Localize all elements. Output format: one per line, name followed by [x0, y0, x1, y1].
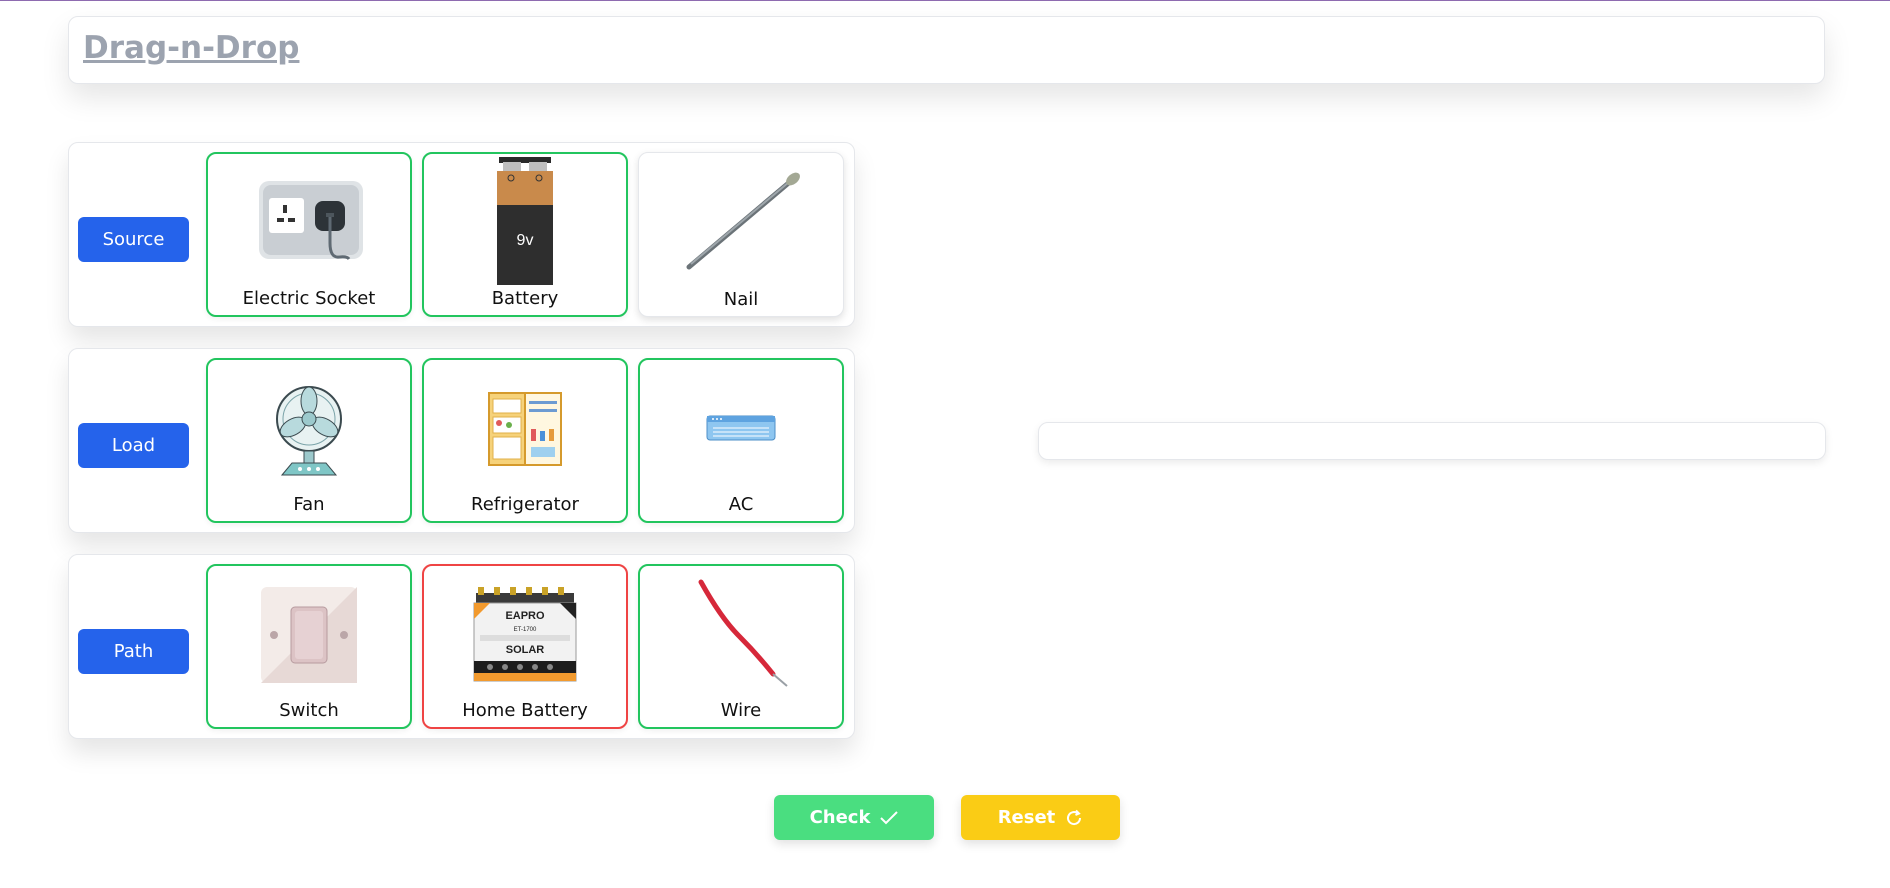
reset-button[interactable]: Reset	[961, 795, 1120, 840]
refresh-icon	[1067, 809, 1082, 825]
checkmark-icon	[880, 810, 899, 824]
item-card-wire[interactable]: Wire	[638, 564, 844, 729]
category-row-load: Load Fan Refrigerator AC	[68, 348, 855, 533]
nail-icon	[686, 172, 800, 270]
drop-zone[interactable]	[1038, 422, 1826, 460]
reset-button-label: Reset	[997, 807, 1056, 828]
battery-label: 9v	[517, 232, 534, 249]
home-battery-icon: EAPRO ET-1700 SOLAR	[473, 587, 577, 682]
item-caption: Fan	[293, 494, 325, 515]
category-label-load[interactable]: Load	[78, 423, 189, 468]
item-caption: Home Battery	[462, 700, 588, 721]
title-bar: Drag-n-Drop	[68, 16, 1825, 84]
wire-icon	[698, 579, 788, 687]
item-caption: Switch	[279, 700, 339, 721]
battery-model: ET-1700	[514, 627, 537, 633]
category-row-path: Path Switch EAPRO ET-1700 SOLAR Home Bat…	[68, 554, 855, 739]
category-label-path[interactable]: Path	[78, 629, 189, 674]
fan-icon	[276, 386, 342, 476]
air-conditioner-icon	[706, 415, 776, 441]
battery-product: SOLAR	[506, 644, 545, 656]
item-caption: Battery	[491, 288, 559, 309]
category-label-source[interactable]: Source	[78, 217, 189, 262]
switch-icon	[261, 587, 357, 683]
item-card-fan[interactable]: Fan	[206, 358, 412, 523]
check-button[interactable]: Check	[774, 795, 934, 840]
battery-9v-icon: 9v	[497, 157, 553, 285]
item-caption: AC	[728, 494, 754, 515]
item-card-switch[interactable]: Switch	[206, 564, 412, 729]
page-title: Drag-n-Drop	[83, 30, 300, 66]
item-caption: Wire	[720, 700, 762, 721]
item-card-home-battery[interactable]: EAPRO ET-1700 SOLAR Home Battery	[422, 564, 628, 729]
item-card-ac[interactable]: AC	[638, 358, 844, 523]
item-caption: Refrigerator	[471, 494, 579, 515]
refrigerator-icon	[488, 392, 562, 466]
item-card-nail[interactable]: Nail	[638, 152, 844, 317]
item-card-electric-socket[interactable]: Electric Socket	[206, 152, 412, 317]
electric-socket-icon	[259, 181, 363, 260]
check-button-label: Check	[809, 807, 871, 828]
item-caption: Nail	[723, 289, 759, 310]
battery-brand: EAPRO	[505, 610, 545, 622]
category-row-source: Source Electric Socket 9v Battery Nail	[68, 142, 855, 327]
item-card-refrigerator[interactable]: Refrigerator	[422, 358, 628, 523]
item-caption: Electric Socket	[242, 288, 376, 309]
item-card-battery[interactable]: 9v Battery	[422, 152, 628, 317]
